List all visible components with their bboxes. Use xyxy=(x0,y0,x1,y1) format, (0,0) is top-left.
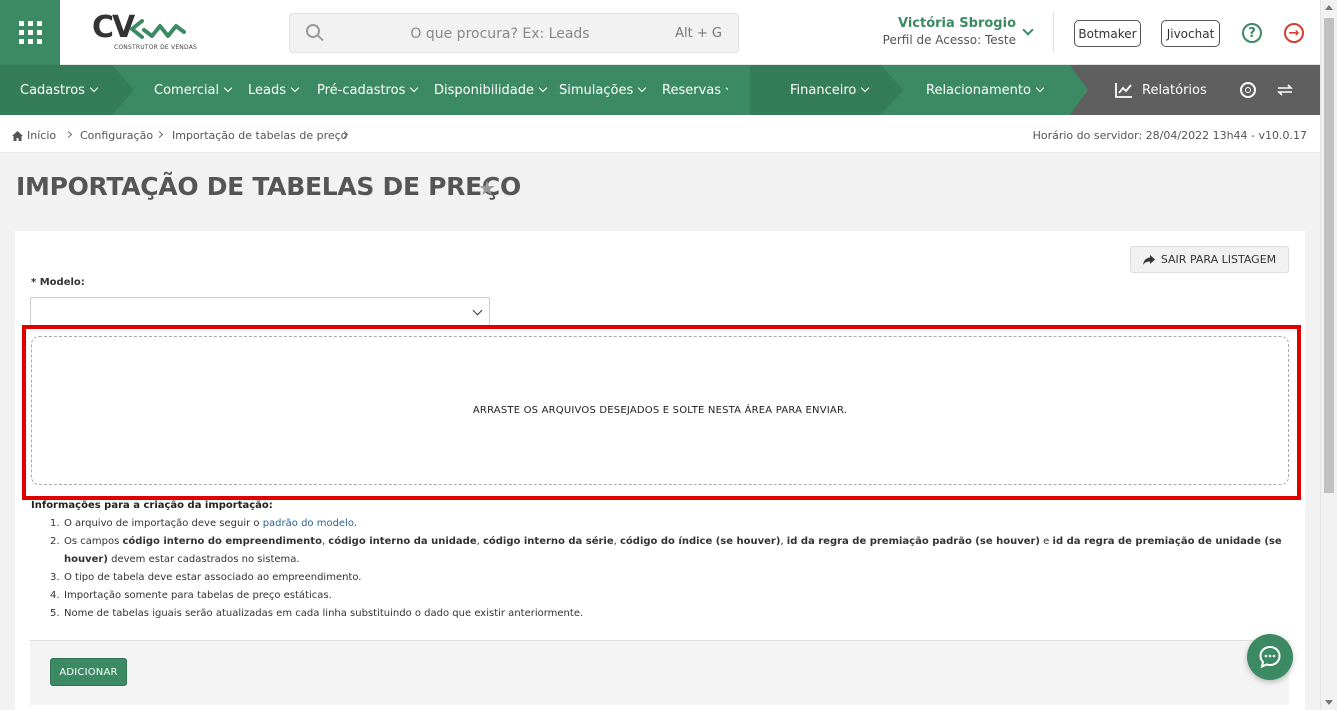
switch-button[interactable] xyxy=(1277,65,1293,115)
chevron-down-icon xyxy=(472,305,483,316)
home-icon xyxy=(12,130,23,141)
scrollbar-thumb[interactable] xyxy=(1324,18,1334,493)
user-info[interactable]: Victória Sbrogio Perfil de Acesso: Teste xyxy=(860,16,1016,47)
jivochat-button[interactable]: Jivochat xyxy=(1161,20,1220,47)
main-nav: Cadastros Comercial Leads Pré-cadastros … xyxy=(0,65,1320,115)
exit-to-list-button[interactable]: SAIR PARA LISTAGEM xyxy=(1130,246,1289,273)
chevron-down-icon xyxy=(223,83,233,93)
server-time: Horário do servidor: 28/04/2022 13h44 - … xyxy=(1032,129,1307,142)
chevron-down-icon xyxy=(1035,83,1045,93)
nav-item-comercial[interactable]: Comercial xyxy=(154,65,233,115)
breadcrumb-home[interactable]: Início xyxy=(12,129,56,142)
chevron-down-icon[interactable] xyxy=(1022,24,1034,36)
apps-menu-button[interactable] xyxy=(0,0,60,65)
info-item: 5. Nome de tabelas iguais serão atualizad… xyxy=(50,608,584,619)
chevron-down-icon xyxy=(410,83,419,93)
search-icon xyxy=(306,24,320,38)
logo-tagline: CONSTRUTOR DE VENDAS xyxy=(114,44,198,51)
info-item: 3. O tipo de tabela deve estar associado … xyxy=(50,572,362,583)
search-box[interactable]: Alt + G xyxy=(289,13,739,53)
page-title: IMPORTAÇÃO DE TABELAS DE PREÇO xyxy=(16,172,521,201)
nav-item-leads[interactable]: Leads xyxy=(248,65,300,115)
add-button[interactable]: ADICIONAR xyxy=(50,658,127,686)
form-footer xyxy=(30,640,1289,705)
nav-item-reservas[interactable]: Reservas xyxy=(662,65,735,115)
chevron-down-icon xyxy=(89,83,99,93)
scrollbar[interactable] xyxy=(1320,0,1337,710)
scroll-down-arrow-icon[interactable] xyxy=(1325,700,1333,705)
nav-item-disponibilidade[interactable]: Disponibilidade xyxy=(434,65,548,115)
swap-arrows-icon xyxy=(1277,84,1293,96)
scroll-up-arrow-icon[interactable] xyxy=(1325,5,1333,10)
file-dropzone[interactable]: ARRASTE OS ARQUIVOS DESEJADOS E SOLTE NE… xyxy=(31,336,1289,485)
breadcrumb: Início Configuração Importação de tabela… xyxy=(0,115,1320,153)
chevron-right-icon xyxy=(64,130,73,139)
chevron-down-icon xyxy=(861,83,870,93)
search-shortcut: Alt + G xyxy=(675,26,722,41)
botmaker-button[interactable]: Botmaker xyxy=(1074,20,1141,47)
dropzone-text: ARRASTE OS ARQUIVOS DESEJADOS E SOLTE NE… xyxy=(472,405,848,416)
chevron-down-icon xyxy=(637,83,647,93)
nav-arrow xyxy=(112,65,134,115)
divider xyxy=(1053,13,1054,51)
chat-bubble-icon xyxy=(1259,645,1281,669)
breadcrumb-current[interactable]: Importação de tabelas de preço xyxy=(172,129,347,142)
star-icon[interactable]: ★ xyxy=(478,176,496,200)
chart-line-icon xyxy=(1115,83,1132,98)
model-template-link[interactable]: padrão do modelo xyxy=(263,518,354,529)
chevron-down-icon xyxy=(538,83,548,93)
info-item: 4. Importação somente para tabelas de pre… xyxy=(50,590,332,601)
logout-icon[interactable]: → xyxy=(1284,23,1304,43)
info-item: 1. O arquivo de importação deve seguir o … xyxy=(50,518,357,529)
info-item: 2. Os campos código interno do empreendim… xyxy=(50,536,1282,565)
nav-arrow xyxy=(728,65,750,115)
user-profile: Perfil de Acesso: Teste xyxy=(882,33,1016,47)
nav-item-financeiro[interactable]: Financeiro xyxy=(790,65,870,115)
search-input[interactable] xyxy=(330,20,670,48)
nav-arrow xyxy=(881,65,903,115)
settings-button[interactable] xyxy=(1240,65,1256,115)
nav-item-relatorios[interactable]: Relatórios xyxy=(1115,65,1207,115)
model-select[interactable] xyxy=(30,297,490,326)
logo-text: CV xyxy=(92,10,135,45)
logo[interactable]: CV CONSTRUTOR DE VENDAS xyxy=(92,10,197,54)
nav-arrow xyxy=(1070,65,1088,115)
nav-item-cadastros[interactable]: Cadastros xyxy=(20,65,99,115)
chat-button[interactable] xyxy=(1247,634,1293,680)
grid-icon xyxy=(18,21,42,44)
chevron-right-icon xyxy=(155,130,164,139)
nav-item-pre-cadastros[interactable]: Pré-cadastros xyxy=(317,65,419,115)
help-icon[interactable]: ? xyxy=(1242,23,1262,43)
gear-icon xyxy=(1240,82,1256,98)
top-header: CV CONSTRUTOR DE VENDAS Alt + G Victória… xyxy=(0,0,1320,65)
info-list: 1. O arquivo de importação deve seguir o … xyxy=(50,515,1290,623)
nav-item-simulacoes[interactable]: Simulações xyxy=(559,65,647,115)
logo-wave-icon xyxy=(130,19,186,39)
share-arrow-icon xyxy=(1142,254,1155,265)
info-title: Informações para a criação da importação… xyxy=(31,500,273,511)
chevron-down-icon xyxy=(290,83,300,93)
user-name: Victória Sbrogio xyxy=(897,16,1016,31)
breadcrumb-configuracao[interactable]: Configuração xyxy=(80,129,153,142)
nav-item-relacionamento[interactable]: Relacionamento xyxy=(926,65,1045,115)
model-label: * Modelo: xyxy=(31,277,85,288)
